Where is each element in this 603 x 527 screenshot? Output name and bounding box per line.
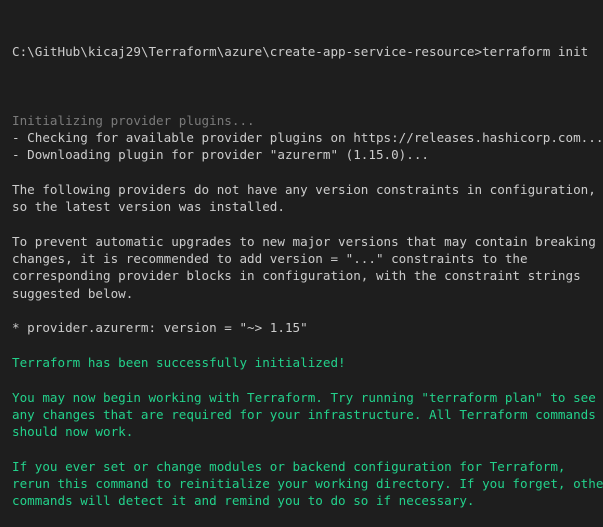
output-line: so the latest version was installed. xyxy=(12,199,285,215)
output-line: any changes that are required for your i… xyxy=(12,406,596,422)
output-line: rerun this command to reinitialize your … xyxy=(12,476,603,492)
output-line: - Checking for available provider plugin… xyxy=(12,130,603,146)
output-line: The following providers do not have any … xyxy=(12,181,596,197)
output-line: * provider.azurerm: version = "~> 1.15" xyxy=(12,320,308,336)
terminal-output: Initializing provider plugins... - Checki… xyxy=(12,94,603,509)
output-line: To prevent automatic upgrades to new maj… xyxy=(12,233,596,249)
output-line: should now work. xyxy=(12,424,134,440)
output-line: corresponding provider blocks in configu… xyxy=(12,268,581,284)
output-line: - Downloading plugin for provider "azure… xyxy=(12,147,430,163)
output-line: commands will detect it and remind you t… xyxy=(12,493,475,509)
output-line: If you ever set or change modules or bac… xyxy=(12,458,566,474)
output-line: You may now begin working with Terraform… xyxy=(12,389,596,405)
output-line: changes, it is recommended to add versio… xyxy=(12,251,528,267)
output-line: Terraform has been successfully initiali… xyxy=(12,354,346,370)
terminal-window[interactable]: C:\GitHub\kicaj29\Terraform\azure\create… xyxy=(0,0,603,508)
output-line: Initializing provider plugins... xyxy=(12,112,255,128)
command-text: terraform init xyxy=(482,43,589,59)
output-line: suggested below. xyxy=(12,285,134,301)
prompt-path: C:\GitHub\kicaj29\Terraform\azure\create… xyxy=(12,43,483,59)
command-line: C:\GitHub\kicaj29\Terraform\azure\create… xyxy=(12,43,603,60)
